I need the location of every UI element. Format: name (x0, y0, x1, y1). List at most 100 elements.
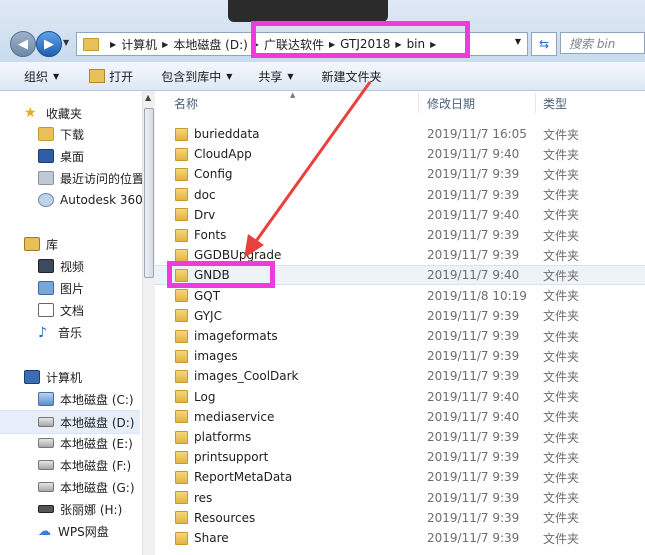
document-icon (38, 303, 54, 317)
folder-icon (175, 531, 188, 545)
file-name: doc (194, 187, 216, 202)
nav-label: 库 (46, 237, 59, 252)
file-type: 文件夹 (543, 450, 580, 465)
recent-pages-dropdown[interactable]: ▼ (63, 38, 69, 47)
file-type: 文件夹 (543, 147, 580, 162)
file-name: res (194, 490, 213, 505)
refresh-button[interactable]: ⇆ (531, 32, 557, 56)
file-row[interactable]: doc 2019/11/7 9:39 文件夹 (155, 185, 645, 205)
forward-button[interactable]: ▶ (36, 31, 62, 57)
file-date: 2019/11/8 10:19 (427, 288, 527, 303)
nav-recent-places[interactable]: 最近访问的位置 (0, 167, 144, 189)
file-row[interactable]: printsupport 2019/11/7 9:39 文件夹 (155, 447, 645, 467)
folder-icon (175, 147, 188, 161)
share-label: 共享 (258, 69, 283, 84)
share-button[interactable]: 共享 ▼ (258, 68, 293, 85)
nav-desktop[interactable]: 桌面 (0, 145, 140, 167)
file-type: 文件夹 (543, 167, 580, 182)
file-row[interactable]: mediaservice 2019/11/7 9:40 文件夹 (155, 407, 645, 427)
back-button[interactable]: ◀ (10, 31, 36, 57)
file-date: 2019/11/7 9:39 (427, 369, 520, 384)
breadcrumb-drive-d[interactable]: 本地磁盘 (D:) (173, 36, 247, 53)
file-type: 文件夹 (543, 289, 580, 304)
file-row[interactable]: Drv 2019/11/7 9:40 文件夹 (155, 205, 645, 225)
nav-drive-d[interactable]: 本地磁盘 (D:) (0, 410, 140, 434)
file-row[interactable]: Config 2019/11/7 9:39 文件夹 (155, 164, 645, 184)
nav-drive-h[interactable]: 张丽娜 (H:) (0, 498, 140, 520)
search-input[interactable]: 搜索 bin (560, 32, 645, 54)
nav-music[interactable]: ♪ 音乐 (0, 321, 140, 343)
file-row[interactable]: GYJC 2019/11/7 9:39 文件夹 (155, 306, 645, 326)
chevron-right-icon[interactable]: ▶ (162, 40, 168, 49)
column-divider[interactable] (418, 93, 419, 113)
chevron-right-icon[interactable]: ▶ (110, 40, 116, 49)
file-row[interactable]: Fonts 2019/11/7 9:39 文件夹 (155, 225, 645, 245)
file-row[interactable]: res 2019/11/7 9:39 文件夹 (155, 488, 645, 508)
nav-label: 本地磁盘 (E:) (60, 436, 133, 451)
file-date: 2019/11/7 16:05 (427, 127, 527, 141)
folder-icon (175, 289, 188, 303)
column-type[interactable]: 类型 (543, 91, 567, 115)
file-date: 2019/11/7 9:39 (427, 228, 520, 242)
navigation-pane: ★ 收藏夹 下载 桌面 最近访问的位置 Autodesk 360 库 视频 图片 … (0, 91, 144, 555)
nav-drive-f[interactable]: 本地磁盘 (F:) (0, 454, 140, 476)
file-row[interactable]: CloudApp 2019/11/7 9:40 文件夹 (155, 144, 645, 164)
nav-drive-e[interactable]: 本地磁盘 (E:) (0, 432, 140, 454)
file-row[interactable]: imageformats 2019/11/7 9:39 文件夹 (155, 326, 645, 346)
file-type: 文件夹 (543, 188, 580, 203)
nav-label: WPS网盘 (58, 524, 109, 539)
star-icon: ★ (24, 105, 37, 121)
breadcrumb-computer[interactable]: 计算机 (121, 36, 157, 53)
folder-icon (175, 127, 188, 141)
file-row[interactable]: Share 2019/11/7 9:39 文件夹 (155, 528, 645, 548)
file-date: 2019/11/7 9:40 (427, 207, 520, 222)
scroll-up-icon[interactable]: ▲ (145, 93, 151, 102)
nav-documents[interactable]: 文档 (0, 299, 140, 321)
column-date[interactable]: 修改日期 (427, 91, 475, 115)
file-type: 文件夹 (543, 511, 580, 526)
include-in-library-button[interactable]: 包含到库中 ▼ (161, 68, 232, 85)
library-icon (24, 237, 40, 251)
nav-label: 视频 (60, 259, 85, 274)
nav-libraries[interactable]: 库 (0, 233, 140, 255)
file-name: mediaservice (194, 409, 275, 424)
nav-favorites[interactable]: ★ 收藏夹 (0, 102, 140, 124)
file-row[interactable]: images_CoolDark 2019/11/7 9:39 文件夹 (155, 366, 645, 386)
drive-icon (38, 482, 54, 492)
file-name: platforms (194, 430, 252, 444)
nav-videos[interactable]: 视频 (0, 255, 140, 277)
file-name: images (194, 349, 238, 364)
file-row[interactable]: images 2019/11/7 9:39 文件夹 (155, 346, 645, 366)
column-divider[interactable] (535, 93, 536, 113)
file-row[interactable]: Log 2019/11/7 9:40 文件夹 (155, 387, 645, 407)
chevron-down-icon: ▼ (226, 71, 233, 81)
nav-label: 下载 (60, 127, 85, 142)
nav-pictures[interactable]: 图片 (0, 277, 140, 299)
file-row[interactable]: Resources 2019/11/7 9:39 文件夹 (155, 508, 645, 528)
file-row[interactable]: burieddata 2019/11/7 16:05 文件夹 (155, 124, 645, 144)
chevron-down-icon: ▼ (287, 71, 294, 81)
folder-icon (175, 188, 188, 202)
scrollbar-thumb[interactable] (144, 108, 154, 278)
column-name[interactable]: 名称 (174, 91, 198, 115)
usb-drive-icon (38, 505, 54, 513)
address-dropdown-icon[interactable]: ▼ (515, 37, 521, 46)
nav-scrollbar[interactable]: ▲ (142, 91, 155, 555)
nav-drive-g[interactable]: 本地磁盘 (G:) (0, 476, 140, 498)
file-date: 2019/11/7 9:40 (427, 268, 520, 283)
nav-label: 计算机 (46, 370, 83, 385)
file-row[interactable]: platforms 2019/11/7 9:39 文件夹 (155, 427, 645, 447)
new-folder-button[interactable]: 新建文件夹 (322, 68, 382, 85)
file-type: 文件夹 (543, 369, 580, 384)
nav-downloads[interactable]: 下载 (0, 123, 140, 145)
back-arrow-icon: ◀ (18, 36, 28, 52)
open-button[interactable]: 打开 (89, 68, 133, 85)
organize-button[interactable]: 组织 ▼ (24, 68, 59, 85)
nav-wps-drive[interactable]: ☁ WPS网盘 (0, 520, 140, 542)
nav-autodesk-360[interactable]: Autodesk 360 (0, 189, 143, 211)
file-row[interactable]: ReportMetaData 2019/11/7 9:39 文件夹 (155, 467, 645, 487)
file-row[interactable]: GQT 2019/11/8 10:19 文件夹 (155, 286, 645, 306)
nav-computer[interactable]: 计算机 (0, 366, 140, 388)
nav-drive-c[interactable]: 本地磁盘 (C:) (0, 388, 140, 410)
file-type: 文件夹 (543, 470, 580, 485)
